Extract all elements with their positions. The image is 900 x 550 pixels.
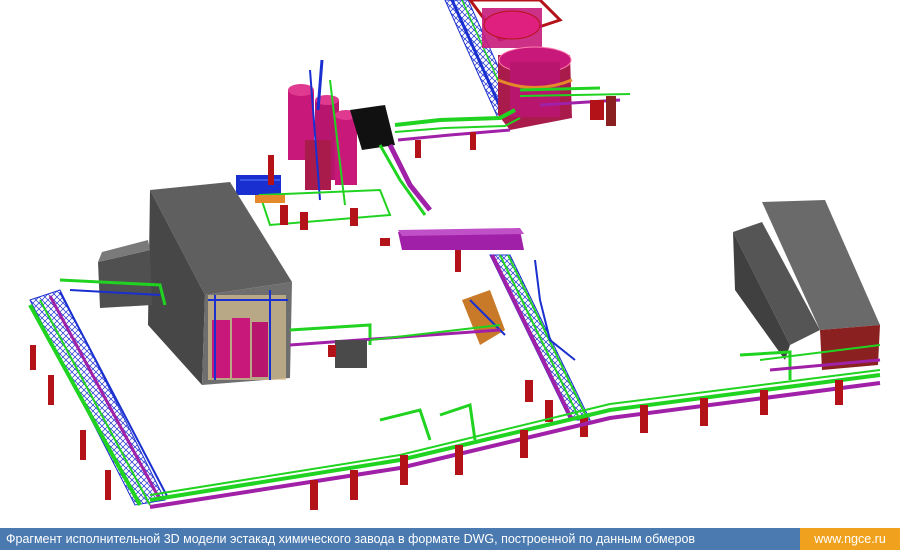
screenshot: Фрагмент исполнительной 3D модели эстака… [0,0,900,550]
site-link[interactable]: www.ngce.ru [800,528,900,550]
caption-bar: Фрагмент исполнительной 3D модели эстака… [0,528,900,550]
pipe-rack-diagonal [462,254,591,437]
building-right [733,200,881,380]
storage-tank-top [497,46,631,130]
3d-model-view [28,0,881,510]
pipe-rack-bottom [149,369,881,510]
pipe-rack-upper [394,108,521,158]
pipe-rack-left [28,278,169,506]
pipe-rack-central [378,143,524,272]
pipe-connection-middle [289,323,501,368]
caption-text: Фрагмент исполнительной 3D модели эстака… [0,528,800,550]
tank-cluster [236,59,395,230]
